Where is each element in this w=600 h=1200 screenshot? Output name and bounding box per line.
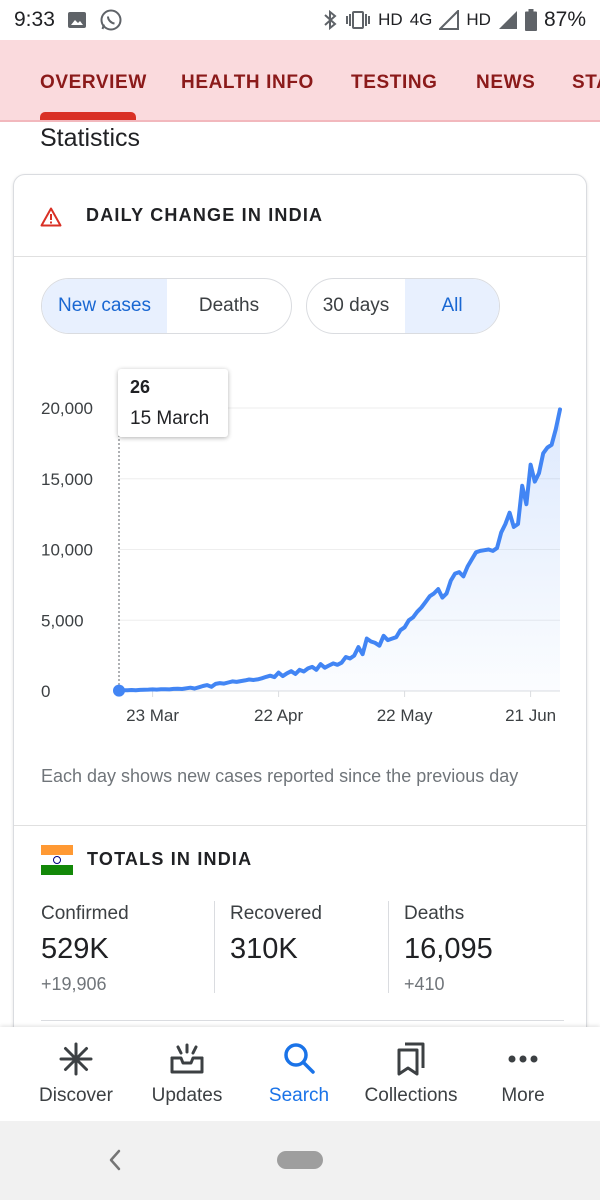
y-tick-label: 15,000 — [41, 470, 93, 489]
nav-updates-label: Updates — [151, 1085, 223, 1106]
back-icon[interactable] — [104, 1147, 126, 1173]
confirmed-delta: +19,906 — [41, 974, 107, 994]
section-title: Statistics — [40, 124, 141, 152]
chart-canvas: 0 5,000 10,000 15,000 20,000 23 Mar 22 Apr 22 … — [41, 399, 562, 725]
network-hd-1: HD — [378, 10, 403, 29]
deaths-delta: +410 — [404, 974, 445, 994]
all-range-toggle[interactable]: All — [405, 279, 499, 333]
deaths-stat: Deaths 16,095 +410 — [404, 903, 493, 995]
battery-percent: 87% — [543, 8, 586, 31]
tooltip-value: 26 — [130, 377, 151, 397]
30-days-toggle[interactable]: 30 days — [307, 279, 405, 333]
status-right: HD 4G HD 87% — [322, 8, 586, 32]
bottom-nav: Discover Updates Search Collections More — [0, 1027, 600, 1121]
network-hd-2: HD — [466, 10, 491, 29]
recovered-value: 310K — [230, 933, 298, 965]
nav-discover[interactable]: Discover — [16, 1041, 136, 1107]
y-tick-label: 10,000 — [41, 541, 93, 560]
deaths-value: 16,095 — [404, 933, 493, 965]
tab-statistics[interactable]: STA — [572, 72, 600, 94]
card-header: DAILY CHANGE IN INDIA — [14, 175, 586, 257]
confirmed-stat: Confirmed 529K +19,906 — [41, 903, 129, 995]
search-icon — [284, 1043, 315, 1074]
active-tab-indicator — [40, 112, 136, 120]
network-4g: 4G — [409, 10, 433, 29]
signal-icon — [439, 10, 460, 30]
y-tick-label: 0 — [41, 682, 50, 701]
totals-title: TOTALS IN INDIA — [87, 849, 253, 869]
updates-icon — [170, 1043, 204, 1074]
y-tick-label: 5,000 — [41, 611, 84, 630]
chart-footnote: Each day shows new cases reported since … — [41, 766, 519, 786]
new-cases-toggle[interactable]: New cases — [42, 279, 167, 333]
nav-more-label: More — [501, 1085, 545, 1106]
stat-separator — [214, 901, 215, 993]
deaths-toggle[interactable]: Deaths — [167, 279, 291, 333]
chart-tooltip: 26 15 March — [118, 369, 228, 437]
new-cases-chart[interactable]: 0 5,000 10,000 15,000 20,000 23 Mar 22 Apr 22 … — [14, 365, 586, 725]
daily-change-card: DAILY CHANGE IN INDIA New cases Deaths 3… — [13, 174, 587, 1074]
home-pill[interactable] — [277, 1151, 323, 1169]
totals-bottom-rule — [41, 1020, 564, 1021]
system-nav-bar — [0, 1121, 600, 1200]
y-tick-label: 20,000 — [41, 399, 93, 418]
recovered-label: Recovered — [230, 903, 322, 924]
status-time: 9:33 — [14, 8, 55, 31]
nav-more[interactable]: More — [463, 1041, 583, 1107]
tab-news[interactable]: NEWS — [476, 72, 535, 94]
nav-discover-label: Discover — [39, 1085, 113, 1106]
tab-overview[interactable]: OVERVIEW — [40, 72, 147, 94]
nav-collections-label: Collections — [364, 1085, 458, 1106]
battery-icon — [524, 9, 537, 31]
card-divider — [14, 825, 586, 826]
more-icon — [508, 1055, 538, 1063]
tooltip-date: 15 March — [130, 408, 210, 429]
vibrate-icon — [345, 10, 371, 30]
x-tick-label: 22 Apr — [254, 706, 303, 725]
metric-toggle: New cases Deaths — [41, 278, 292, 334]
nav-search-label: Search — [268, 1085, 330, 1106]
image-icon — [67, 10, 87, 30]
discover-icon — [59, 1042, 93, 1076]
confirmed-label: Confirmed — [41, 903, 129, 924]
tab-testing[interactable]: TESTING — [351, 72, 438, 94]
india-flag-icon — [41, 845, 73, 875]
nav-search[interactable]: Search — [239, 1041, 359, 1107]
whatsapp-icon — [99, 8, 123, 32]
status-left: 9:33 — [14, 8, 123, 32]
warning-icon — [40, 207, 62, 232]
chart-cursor-point — [113, 684, 125, 697]
nav-updates[interactable]: Updates — [127, 1041, 247, 1107]
deaths-label: Deaths — [404, 903, 465, 924]
range-toggle: 30 days All — [306, 278, 500, 334]
nav-collections[interactable]: Collections — [351, 1041, 471, 1107]
confirmed-value: 529K — [41, 933, 109, 965]
signal-icon — [498, 10, 518, 30]
x-tick-label: 23 Mar — [126, 706, 179, 725]
bluetooth-icon — [322, 9, 338, 31]
tab-bar: OVERVIEW HEALTH INFO TESTING NEWS STA — [0, 40, 600, 122]
card-title: DAILY CHANGE IN INDIA — [86, 205, 324, 225]
stat-separator — [388, 901, 389, 993]
x-tick-label: 22 May — [377, 706, 433, 725]
collections-icon — [397, 1042, 425, 1076]
status-bar: 9:33 HD 4G HD 87% — [0, 0, 600, 40]
x-tick-label: 21 Jun — [505, 706, 556, 725]
recovered-stat: Recovered 310K — [230, 903, 322, 966]
tab-health-info[interactable]: HEALTH INFO — [181, 72, 314, 94]
